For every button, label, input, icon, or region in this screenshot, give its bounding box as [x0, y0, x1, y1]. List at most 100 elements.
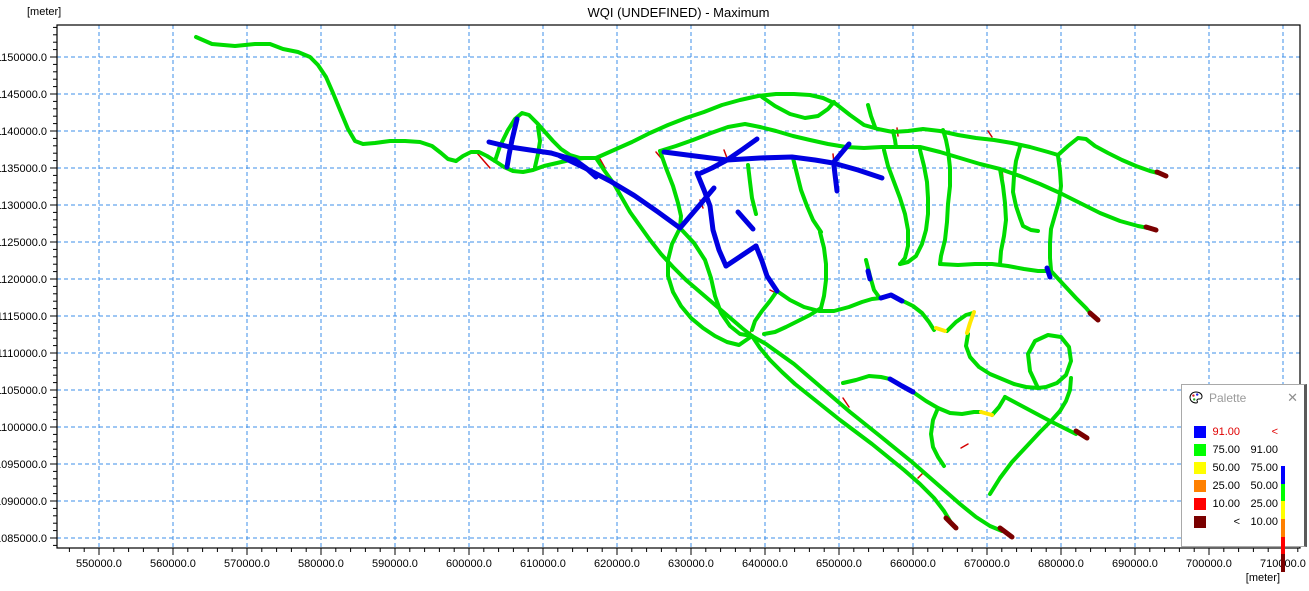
network-segment-green	[793, 158, 821, 232]
color-swatch	[1194, 426, 1206, 438]
y-tick-label: 1105000.0	[0, 385, 47, 397]
color-swatch	[1194, 498, 1206, 510]
palette-upper-bound: 75.00	[1240, 462, 1278, 474]
y-tick-label: 1100000.0	[0, 422, 47, 434]
palette-lower-bound: 10.00	[1206, 498, 1240, 510]
network-segment-green	[596, 94, 823, 158]
network-segment-blue	[1047, 268, 1050, 277]
palette-bar-segment	[1281, 484, 1285, 502]
network-segment-green	[752, 291, 777, 330]
network-segment-blue	[701, 160, 727, 173]
network-segment-green	[868, 105, 875, 127]
x-tick-label: 660000.0	[890, 558, 936, 570]
x-tick-label: 650000.0	[816, 558, 862, 570]
color-swatch	[1194, 516, 1206, 528]
network-segment-blue	[868, 271, 870, 279]
network-segment-blue	[756, 246, 777, 291]
network-segment-green	[931, 408, 944, 466]
network-segment-yellow	[936, 328, 945, 331]
river-network	[196, 37, 1166, 537]
palette-row[interactable]: <10.00	[1182, 513, 1304, 531]
network-segment-darkred	[1090, 313, 1098, 320]
network-segment-green	[777, 291, 881, 311]
palette-titlebar[interactable]: Palette ✕	[1182, 385, 1304, 410]
map-plot-area[interactable]: 550000.0560000.0570000.0580000.0590000.0…	[0, 0, 1309, 591]
network-segment-green	[1000, 169, 1006, 264]
palette-row[interactable]: 75.0091.00	[1182, 441, 1304, 459]
palette-lower-bound: 25.00	[1206, 480, 1240, 492]
plot-border	[57, 25, 1300, 548]
network-segment-green	[820, 232, 826, 308]
network-segment-green	[748, 165, 756, 214]
palette-title: Palette	[1209, 391, 1287, 405]
x-tick-label: 640000.0	[742, 558, 788, 570]
x-tick-label: 550000.0	[76, 558, 122, 570]
y-tick-label: 1125000.0	[0, 237, 47, 249]
palette-upper-bound: 50.00	[1240, 480, 1278, 492]
palette-bar-segment	[1281, 537, 1285, 555]
palette-lower-bound: <	[1206, 516, 1240, 528]
network-segment-blue	[833, 163, 882, 178]
network-segment-green	[992, 397, 1005, 415]
y-tick-label: 1135000.0	[0, 163, 47, 175]
network-segment-green	[1060, 378, 1071, 411]
network-segment-blue	[726, 246, 756, 266]
palette-lower-bound: 50.00	[1206, 462, 1240, 474]
x-tick-label: 600000.0	[446, 558, 492, 570]
network-segment-blue	[664, 152, 727, 160]
palette-window: Palette ✕ 91.00<75.0091.0050.0075.0025.0…	[1181, 384, 1307, 547]
palette-upper-bound: 25.00	[1240, 498, 1278, 510]
x-tick-label: 570000.0	[224, 558, 270, 570]
y-tick-label: 1130000.0	[0, 200, 47, 212]
palette-bar-segment	[1281, 554, 1285, 572]
network-segment-darkred	[1076, 431, 1087, 438]
network-segment-green	[1013, 147, 1038, 231]
palette-bar-segment	[1281, 501, 1285, 519]
y-tick-label: 1145000.0	[0, 89, 47, 101]
y-tick-label: 1120000.0	[0, 274, 47, 286]
palette-lower-bound: 75.00	[1206, 444, 1240, 456]
y-tick-label: 1090000.0	[0, 496, 47, 508]
network-segment-red	[961, 444, 968, 448]
y-tick-label: 1085000.0	[0, 533, 47, 545]
network-segment-green	[752, 336, 950, 521]
palette-row[interactable]: 25.0050.00	[1182, 477, 1304, 495]
palette-upper-bound: <	[1240, 426, 1278, 438]
network-segment-green	[990, 411, 1060, 494]
x-tick-label: 700000.0	[1186, 558, 1232, 570]
network-segment-green	[196, 37, 456, 161]
close-icon[interactable]: ✕	[1287, 391, 1298, 404]
network-segment-green	[884, 150, 908, 264]
network-segment-green	[535, 127, 540, 167]
network-segment-blue	[834, 166, 837, 191]
palette-upper-bound: 10.00	[1240, 516, 1278, 528]
palette-row[interactable]: 10.0025.00	[1182, 495, 1304, 513]
y-tick-label: 1115000.0	[0, 311, 47, 323]
plot-canvas: WQI (UNDEFINED) - Maximum [meter] [meter…	[0, 0, 1309, 591]
network-segment-yellow	[981, 412, 992, 415]
x-tick-label: 690000.0	[1112, 558, 1158, 570]
x-tick-label: 580000.0	[298, 558, 344, 570]
network-segment-darkred	[1146, 227, 1156, 230]
palette-row[interactable]: 91.00<	[1182, 423, 1304, 441]
x-tick-label: 610000.0	[520, 558, 566, 570]
color-swatch	[1194, 444, 1206, 456]
network-segment-green	[1028, 335, 1071, 388]
network-segment-blue	[710, 206, 726, 266]
network-segment-green	[940, 150, 950, 264]
palette-color-bar	[1281, 466, 1285, 572]
network-segment-green	[764, 308, 821, 334]
palette-icon	[1189, 391, 1203, 404]
app-canvas: { "chart": { "title": "WQI (UNDEFINED) -…	[0, 0, 1309, 591]
palette-bar-segment	[1281, 466, 1285, 484]
palette-row[interactable]: 50.0075.00	[1182, 459, 1304, 477]
y-tick-label: 1150000.0	[0, 52, 47, 64]
network-segment-darkred	[946, 518, 956, 528]
network-segment-red	[724, 150, 727, 158]
network-segment-blue	[738, 212, 753, 229]
palette-rows: 91.00<75.0091.0050.0075.0025.0050.0010.0…	[1182, 423, 1304, 531]
color-swatch	[1194, 480, 1206, 492]
x-tick-label: 630000.0	[668, 558, 714, 570]
palette-lower-bound: 91.00	[1206, 426, 1240, 438]
network-segment-green	[1050, 156, 1061, 270]
